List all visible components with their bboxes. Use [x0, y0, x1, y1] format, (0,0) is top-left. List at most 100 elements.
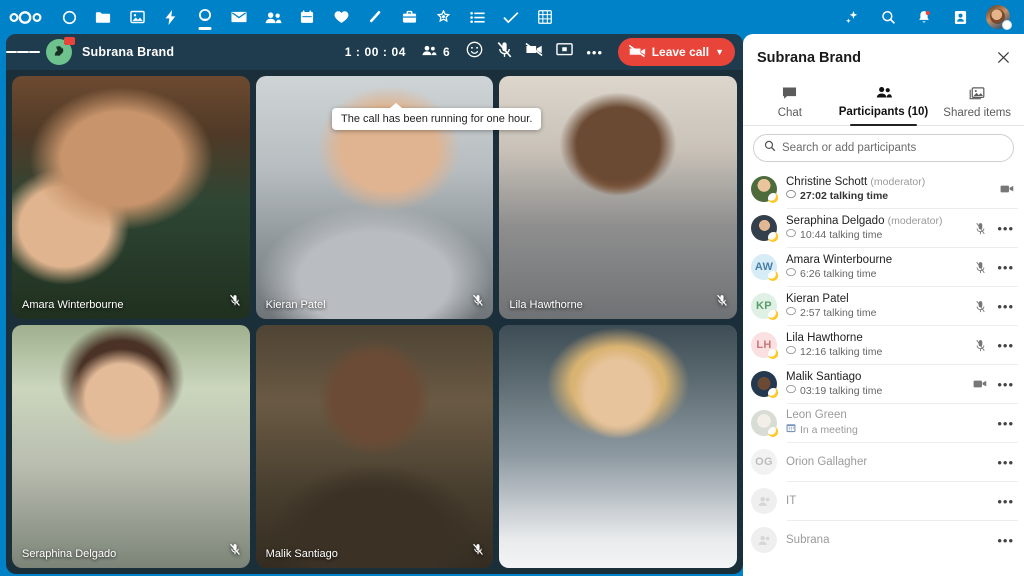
participant-row[interactable]: AW 🌙 Amara Winterbourne 6:26 talking tim… — [751, 248, 1018, 286]
talking-time: 12:16 talking time — [800, 346, 882, 359]
participant-row[interactable]: 🌙 Christine Schott (moderator) 27:02 tal… — [751, 170, 1018, 208]
reactions-button[interactable] — [460, 37, 490, 67]
video-tile[interactable]: Amara Winterbourne — [12, 76, 250, 319]
avatar: 🌙 — [751, 176, 777, 202]
participant-info: Orion Gallagher — [786, 456, 997, 469]
participant-actions: ••• — [997, 533, 1018, 548]
app-dashboard[interactable] — [52, 0, 86, 34]
microphone-button[interactable] — [490, 37, 520, 67]
mic-off-icon — [472, 294, 484, 312]
app-spreadsheet[interactable] — [528, 0, 562, 34]
app-files[interactable] — [86, 0, 120, 34]
search-box[interactable] — [753, 134, 1014, 162]
briefcase-icon — [402, 10, 417, 24]
tile-name: Seraphina Delgado — [22, 548, 116, 560]
leave-call-label: Leave call — [652, 45, 709, 59]
participant-row[interactable]: KP 🌙 Kieran Patel 2:57 talking time — [751, 287, 1018, 325]
more-options-icon[interactable]: ••• — [997, 494, 1014, 509]
app-health[interactable] — [324, 0, 358, 34]
app-activity[interactable] — [154, 0, 188, 34]
participant-row[interactable]: OG Orion Gallagher ••• — [751, 443, 1018, 481]
tab-participants[interactable]: Participants (10) — [837, 82, 931, 125]
video-tile[interactable]: Malik Santiago — [256, 325, 494, 568]
shared-items-icon — [969, 86, 985, 103]
app-deck[interactable] — [392, 0, 426, 34]
contacts-menu-button[interactable] — [942, 0, 978, 34]
app-calendar[interactable] — [290, 0, 324, 34]
participant-row[interactable]: Subrana ••• — [751, 521, 1018, 559]
camera-button[interactable] — [520, 37, 550, 67]
app-tables[interactable] — [460, 0, 494, 34]
avatar: 🌙 — [751, 215, 777, 241]
talking-time: 10:44 talking time — [800, 229, 882, 242]
participant-status: 12:16 talking time — [786, 346, 973, 359]
search-button[interactable] — [870, 0, 906, 34]
video-stream — [499, 325, 737, 568]
camera-off-icon[interactable] — [973, 379, 987, 389]
mic-off-icon[interactable] — [973, 261, 987, 274]
leave-call-button[interactable]: Leave call ▼ — [618, 38, 735, 66]
video-tile[interactable] — [499, 325, 737, 568]
participant-row[interactable]: 🌙 Seraphina Delgado (moderator) 10:44 ta… — [751, 209, 1018, 247]
nextcloud-logo[interactable] — [0, 0, 52, 34]
speech-bubble-icon — [786, 268, 796, 281]
app-tasks[interactable] — [494, 0, 528, 34]
mic-off-icon[interactable] — [973, 222, 987, 235]
call-controls: 1 : 00 : 04 6 — [6, 34, 743, 70]
participant-name: Leon Green — [786, 409, 847, 421]
tab-chat[interactable]: Chat — [743, 82, 837, 125]
calendar-icon — [300, 10, 314, 24]
more-options-icon[interactable]: ••• — [997, 299, 1014, 314]
mic-off-icon[interactable] — [973, 300, 987, 313]
app-contacts[interactable] — [256, 0, 290, 34]
mic-off-icon — [229, 543, 241, 561]
participant-actions: ••• — [997, 416, 1018, 431]
video-tile[interactable]: Seraphina Delgado — [12, 325, 250, 568]
call-header: Subrana Brand 1 : 00 : 04 6 — [6, 34, 743, 70]
participant-info: Amara Winterbourne 6:26 talking time — [786, 254, 973, 281]
app-talk[interactable] — [188, 0, 222, 34]
close-icon[interactable] — [992, 46, 1014, 68]
more-options-icon[interactable]: ••• — [997, 377, 1014, 392]
assistant-button[interactable] — [834, 0, 870, 34]
notifications-button[interactable] — [906, 0, 942, 34]
call-timer[interactable]: 1 : 00 : 04 — [345, 45, 406, 59]
participant-row[interactable]: 🌙 Malik Santiago 03:19 talking time ••• — [751, 365, 1018, 403]
group-icon — [751, 488, 777, 514]
participant-info: Seraphina Delgado (moderator) 10:44 talk… — [786, 215, 973, 242]
participant-row[interactable]: 🌙 Leon Green In a meeting ••• — [751, 404, 1018, 442]
participant-info: Subrana — [786, 534, 997, 547]
avatar-initials: OG — [751, 449, 777, 475]
talking-time: 6:26 talking time — [800, 268, 876, 281]
app-mail[interactable] — [222, 0, 256, 34]
participant-row[interactable]: IT ••• — [751, 482, 1018, 520]
video-stream — [12, 325, 250, 568]
away-status-icon: 🌙 — [768, 427, 779, 438]
status-text: In a meeting — [800, 424, 858, 437]
pencil-icon — [368, 10, 382, 24]
more-options-icon[interactable]: ••• — [997, 260, 1014, 275]
avatar — [751, 527, 777, 553]
more-options-icon[interactable]: ••• — [997, 338, 1014, 353]
more-options-button[interactable]: ••• — [580, 37, 610, 67]
more-options-icon[interactable]: ••• — [997, 416, 1014, 431]
more-options-icon[interactable]: ••• — [997, 455, 1014, 470]
tab-shared-items[interactable]: Shared items — [930, 82, 1024, 125]
app-photos[interactable] — [120, 0, 154, 34]
more-options-icon[interactable]: ••• — [997, 533, 1014, 548]
nextcloud-top-bar — [0, 0, 1024, 34]
search-input[interactable] — [782, 142, 1003, 154]
app-collectives[interactable] — [426, 0, 460, 34]
user-menu-button[interactable] — [978, 0, 1018, 34]
camera-off-icon[interactable] — [1000, 184, 1014, 194]
participant-count-button[interactable]: 6 — [422, 45, 450, 59]
envelope-icon — [231, 11, 247, 23]
app-notes[interactable] — [358, 0, 392, 34]
share-screen-button[interactable] — [550, 37, 580, 67]
participant-row[interactable]: LH 🌙 Lila Hawthorne 12:16 talking time — [751, 326, 1018, 364]
more-options-icon[interactable]: ••• — [997, 221, 1014, 236]
participant-actions: ••• — [973, 338, 1018, 353]
lightning-icon — [165, 10, 177, 25]
video-stream — [256, 325, 494, 568]
mic-off-icon[interactable] — [973, 339, 987, 352]
